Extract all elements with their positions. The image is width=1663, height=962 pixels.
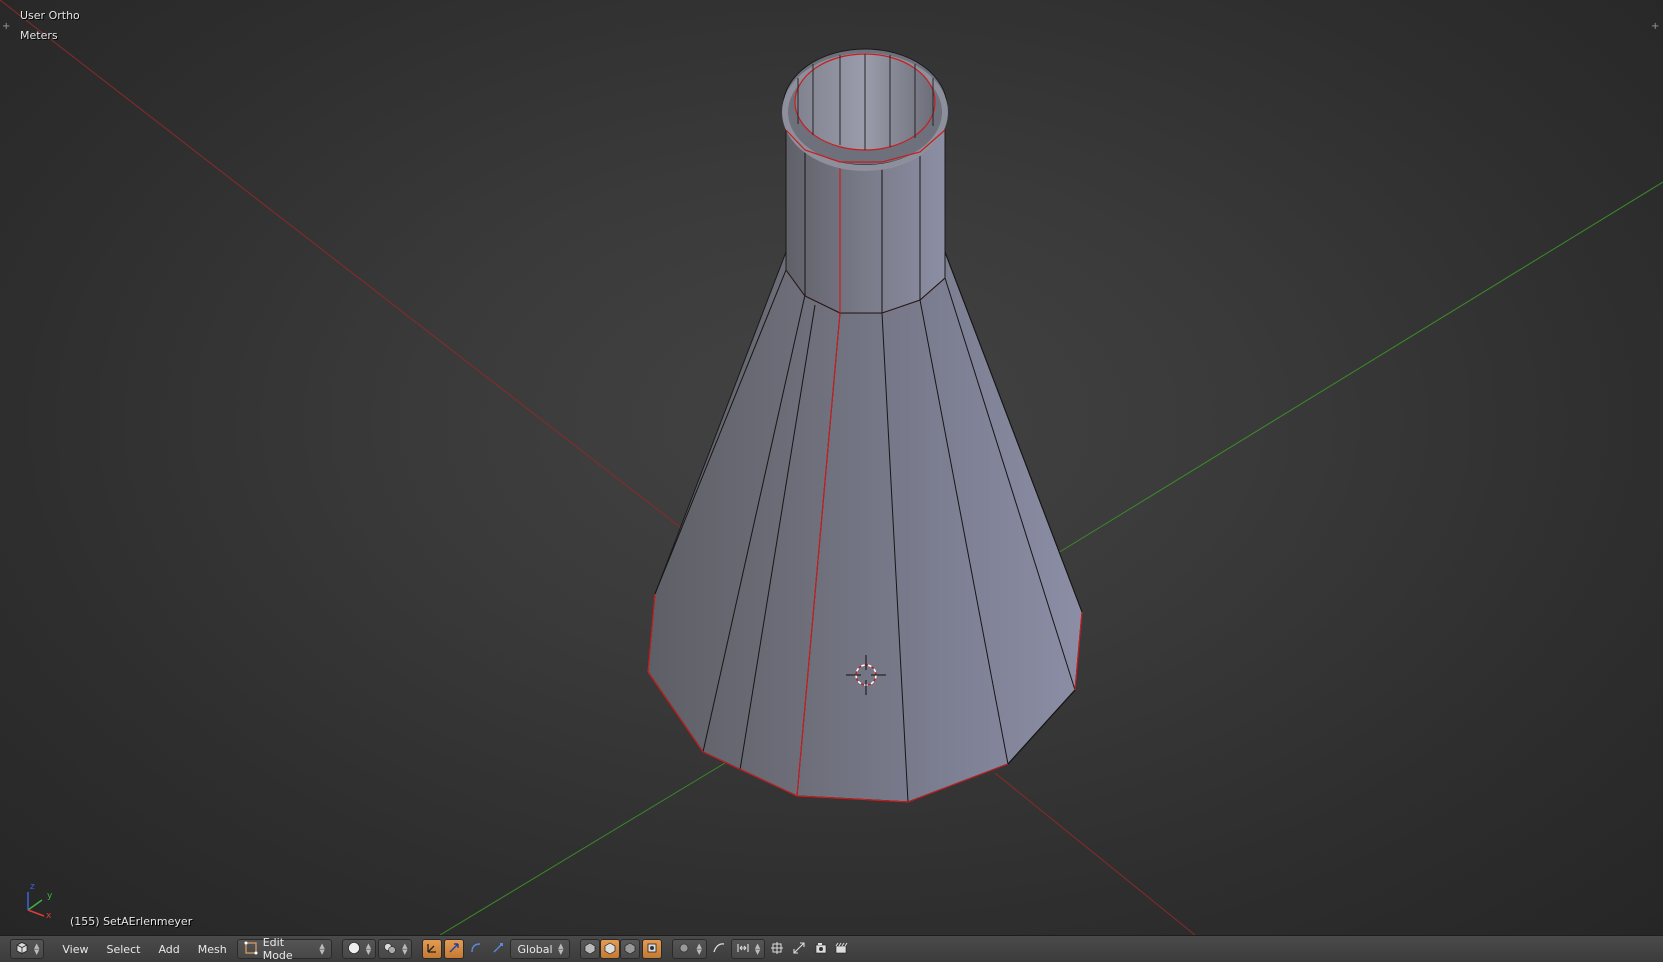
units-label: Meters	[20, 29, 58, 42]
orientation-label: Global	[517, 942, 553, 956]
face-select-button[interactable]	[620, 939, 641, 959]
vertex-select-button[interactable]	[580, 939, 601, 959]
axis-y-label: y	[47, 891, 53, 901]
menu-add[interactable]: Add	[150, 939, 187, 959]
limit-selection-icon	[645, 941, 659, 958]
area-split-widget-left[interactable]: +	[2, 22, 12, 32]
snap-toggle-button[interactable]	[789, 939, 809, 959]
snap-target-icon	[770, 941, 784, 958]
axis-x-label: x	[46, 911, 52, 920]
snap-element-icon	[736, 941, 750, 958]
proportional-edit-icon	[677, 941, 691, 958]
dropdown-arrows-icon: ▲ ▼	[34, 942, 40, 956]
3d-view-header: ▲ ▼ View Select Add Mesh Edit Mode ▲ ▼ ▲ ▼ …	[0, 935, 1663, 962]
opengl-render-button[interactable]	[811, 939, 831, 959]
x-axis-line-lower	[994, 772, 1196, 935]
transform-orientation-selector[interactable]: Global ▲ ▼	[510, 939, 571, 959]
erlenmeyer-mesh	[647, 48, 1083, 803]
area-split-widget-right[interactable]: +	[1651, 22, 1661, 32]
falloff-button[interactable]	[709, 939, 729, 959]
dropdown-arrows-icon: ▲ ▼	[319, 942, 325, 956]
limit-selection-button[interactable]	[642, 939, 663, 959]
mode-label: Edit Mode	[262, 936, 293, 962]
falloff-icon	[712, 941, 726, 958]
snap-element-selector[interactable]: ▲ ▼	[730, 939, 766, 959]
dropdown-arrows-icon: ▲ ▼	[754, 942, 761, 956]
manipulator-toggle-icon	[425, 941, 439, 958]
translate-icon	[447, 941, 461, 958]
snap-target-button[interactable]	[767, 939, 787, 959]
snap-toggle-icon	[792, 941, 806, 958]
pivot-point-icon	[383, 941, 397, 958]
scale-icon	[491, 941, 505, 958]
opengl-anim-button[interactable]	[831, 939, 851, 959]
manipulator-toggle-button[interactable]	[422, 939, 443, 959]
axis-gizmo: y z x	[27, 882, 53, 920]
menu-select[interactable]: Select	[99, 939, 149, 959]
x-axis-line	[0, 0, 681, 528]
menu-view[interactable]: View	[54, 939, 96, 959]
view-name-label: User Ortho	[20, 9, 80, 22]
flask-body	[647, 251, 1083, 803]
y-axis-line	[1057, 181, 1663, 554]
editor-type-selector[interactable]: ▲ ▼	[10, 939, 45, 959]
opengl-anim-icon	[834, 941, 848, 958]
menu-mesh[interactable]: Mesh	[190, 939, 235, 959]
solid-sphere-icon	[347, 941, 361, 958]
mode-selector[interactable]: Edit Mode ▲ ▼	[236, 936, 332, 962]
3d-view-icon	[15, 941, 29, 958]
translate-manipulator-button[interactable]	[444, 939, 465, 959]
dropdown-arrows-icon: ▲ ▼	[365, 942, 372, 956]
edit-mode-icon	[244, 941, 258, 958]
proportional-edit-selector[interactable]: ▲ ▼	[672, 939, 707, 959]
rotate-icon	[469, 941, 483, 958]
pivot-point-selector[interactable]: ▲ ▼	[378, 939, 413, 959]
dropdown-arrows-icon: ▲ ▼	[402, 942, 408, 956]
3d-viewport[interactable]: User Ortho Meters + + y z x (155) SetAEr…	[0, 0, 1663, 935]
face-select-icon	[623, 941, 637, 958]
edge-select-icon	[603, 941, 617, 958]
dropdown-arrows-icon: ▲ ▼	[558, 942, 564, 956]
opengl-render-icon	[814, 941, 828, 958]
object-info-label: (155) SetAErlenmeyer	[70, 915, 193, 928]
vertex-select-icon	[583, 941, 597, 958]
axis-z-label: z	[30, 882, 35, 892]
dropdown-arrows-icon: ▲ ▼	[696, 942, 702, 956]
edge-select-button[interactable]	[600, 939, 621, 959]
y-axis-line-lower	[439, 762, 726, 935]
scale-manipulator-button[interactable]	[488, 939, 508, 959]
scene-canvas[interactable]	[0, 0, 1663, 935]
viewport-shading-selector[interactable]: ▲ ▼	[341, 939, 377, 959]
rotate-manipulator-button[interactable]	[466, 939, 486, 959]
